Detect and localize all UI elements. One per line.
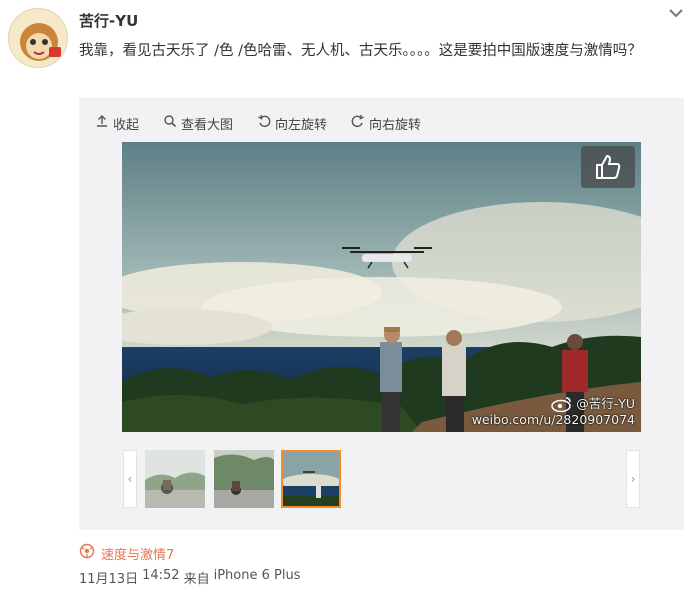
photo-watermark: @苦行-YU weibo.com/u/2820907074 bbox=[472, 396, 635, 428]
topic-link[interactable]: 速度与激情7 bbox=[79, 543, 174, 563]
avatar[interactable] bbox=[8, 8, 68, 68]
post-date[interactable]: 11月13日 bbox=[79, 568, 138, 587]
post-source[interactable]: iPhone 6 Plus bbox=[214, 568, 301, 587]
rotate-right-label: 向右旋转 bbox=[369, 117, 422, 133]
source-prefix: 来自 bbox=[183, 572, 210, 587]
chevron-left-icon: ‹ bbox=[127, 472, 133, 486]
collapse-label: 收起 bbox=[113, 117, 140, 133]
post-time[interactable]: 14:52 bbox=[142, 568, 179, 587]
username[interactable]: 苦行-YU bbox=[79, 10, 138, 31]
rotate-left-button[interactable]: 向左旋转 bbox=[257, 114, 327, 133]
thumbs-up-icon bbox=[593, 152, 623, 182]
thumbnail-1[interactable] bbox=[145, 450, 205, 508]
view-large-button[interactable]: 查看大图 bbox=[163, 114, 233, 133]
post-meta: 11月13日 14:52 来自 iPhone 6 Plus bbox=[79, 568, 300, 587]
collapse-button[interactable]: 收起 bbox=[95, 114, 139, 133]
watermark-url: weibo.com/u/2820907074 bbox=[471, 412, 635, 427]
chevron-right-icon: › bbox=[630, 472, 636, 486]
search-icon bbox=[163, 114, 177, 132]
corner-arrow-icon[interactable] bbox=[664, 4, 688, 22]
thumbnail-3[interactable] bbox=[281, 450, 341, 508]
thumb-next-button[interactable]: › bbox=[626, 450, 640, 508]
rotate-right-icon bbox=[351, 114, 365, 132]
thumb-prev-button[interactable]: ‹ bbox=[123, 450, 137, 508]
main-photo[interactable]: @苦行-YU weibo.com/u/2820907074 bbox=[122, 142, 641, 432]
media-box: 收起 查看大图 向左旋转 向右旋转 @苦行-YU weibo.com/u/282… bbox=[79, 98, 684, 530]
thumbnail-2[interactable] bbox=[214, 450, 274, 508]
rotate-right-button[interactable]: 向右旋转 bbox=[351, 114, 421, 133]
rotate-left-label: 向左旋转 bbox=[275, 117, 328, 133]
topic-icon bbox=[79, 543, 95, 563]
topic-label: 速度与激情7 bbox=[101, 547, 175, 563]
view-large-label: 查看大图 bbox=[181, 117, 234, 133]
watermark-handle: @苦行-YU bbox=[576, 396, 635, 411]
like-button[interactable] bbox=[581, 146, 635, 188]
media-toolbar: 收起 查看大图 向左旋转 向右旋转 bbox=[95, 112, 421, 134]
rotate-left-icon bbox=[257, 114, 271, 132]
weibo-logo-icon bbox=[551, 396, 573, 412]
post-text: 我靠，看见古天乐了 /色 /色哈雷、无人机、古天乐。。。。这是要拍中国版速度与激… bbox=[79, 43, 642, 59]
upload-arrow-icon bbox=[95, 114, 109, 132]
